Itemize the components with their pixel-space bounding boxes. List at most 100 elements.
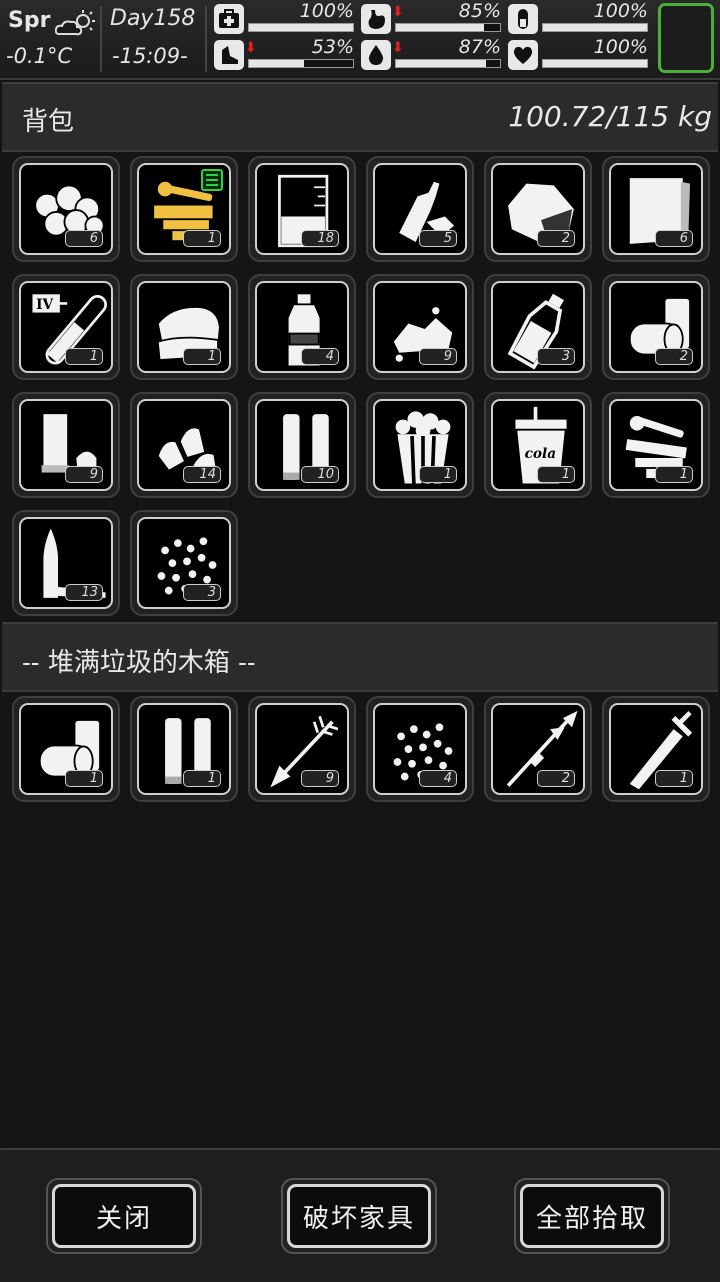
- item-count: 1: [183, 348, 221, 365]
- slot-frame: 9: [373, 281, 467, 373]
- destroy-furniture-button[interactable]: 破坏家具: [281, 1178, 437, 1254]
- backpack-item-slot[interactable]: 1: [602, 392, 710, 498]
- backpack-item-slot[interactable]: 9: [366, 274, 474, 380]
- stat-hunger: ⬇ 85%: [361, 0, 501, 36]
- backpack-item-slot[interactable]: 6: [602, 156, 710, 262]
- container-item-slot[interactable]: 1: [602, 696, 710, 802]
- backpack-weight: 100.72/115 kg: [508, 100, 712, 133]
- slot-frame: 1: [137, 281, 231, 373]
- partly-sunny-icon: [55, 10, 95, 36]
- temperature-label: -0.1°C: [6, 44, 73, 68]
- close-button[interactable]: 关闭: [46, 1178, 202, 1254]
- item-count: 6: [65, 230, 103, 247]
- stat-value: 53%: [311, 36, 354, 58]
- container-grid: 1 1 9 4 2 1: [2, 692, 718, 1146]
- item-count: 1: [183, 770, 221, 787]
- item-count: 14: [183, 466, 221, 483]
- item-count: 9: [419, 348, 457, 365]
- container-item-slot[interactable]: 1: [130, 696, 238, 802]
- item-count: 1: [183, 230, 221, 247]
- backpack-item-slot[interactable]: 2: [602, 274, 710, 380]
- slot-frame: cola 1: [491, 399, 585, 491]
- new-item-badge-icon: [201, 169, 223, 191]
- backpack-item-slot[interactable]: 1: [130, 156, 238, 262]
- stat-bar: [248, 59, 354, 68]
- stat-bar-fill: [249, 60, 305, 67]
- backpack-item-slot[interactable]: 13: [12, 510, 120, 616]
- slot-frame: 6: [19, 163, 113, 255]
- stat-bar: [248, 23, 354, 32]
- item-count: 1: [65, 770, 103, 787]
- action-bar: 关闭 破坏家具 全部拾取: [0, 1148, 720, 1282]
- container-item-slot[interactable]: 4: [366, 696, 474, 802]
- slot-frame: 2: [491, 163, 585, 255]
- decrease-arrow-icon: ⬇: [392, 4, 404, 20]
- day-counter: Day158: [110, 6, 196, 31]
- container-item-slot[interactable]: 1: [12, 696, 120, 802]
- item-count: 6: [655, 230, 693, 247]
- take-all-button[interactable]: 全部拾取: [514, 1178, 670, 1254]
- item-count: 2: [537, 230, 575, 247]
- stat-bar: [395, 59, 501, 68]
- status-bar: Spr -0.1°C Day158 -15:09- 100% ⬇ 85% 100% ⬇ 5…: [0, 0, 720, 80]
- stomach-icon: [361, 4, 391, 34]
- backpack-item-slot[interactable]: 9: [12, 392, 120, 498]
- stat-bar: [542, 23, 648, 32]
- divider: [205, 6, 207, 72]
- item-count: 3: [537, 348, 575, 365]
- slot-frame: 1: [137, 163, 231, 255]
- item-count: 4: [419, 770, 457, 787]
- stat-bar-fill: [396, 60, 487, 67]
- item-count: 5: [419, 230, 457, 247]
- stat-value: 100%: [299, 0, 354, 22]
- container-header: -- 堆满垃圾的木箱 --: [2, 622, 718, 692]
- item-count: 9: [65, 466, 103, 483]
- backpack-item-slot[interactable]: 6: [12, 156, 120, 262]
- item-count: 1: [419, 466, 457, 483]
- backpack-item-slot[interactable]: 14: [130, 392, 238, 498]
- item-count: 1: [65, 348, 103, 365]
- foot-icon: [214, 40, 244, 70]
- slot-frame: 4: [373, 703, 467, 795]
- item-count: 10: [301, 466, 339, 483]
- backpack-item-slot[interactable]: 2: [484, 156, 592, 262]
- equipment-slot[interactable]: [658, 3, 714, 73]
- pill-icon: [508, 4, 538, 34]
- item-count: 1: [655, 466, 693, 483]
- slot-frame: 5: [373, 163, 467, 255]
- item-count: 9: [301, 770, 339, 787]
- backpack-item-slot[interactable]: cola 1: [484, 392, 592, 498]
- slot-frame: 1: [609, 703, 703, 795]
- slot-frame: 9: [19, 399, 113, 491]
- backpack-item-slot[interactable]: 3: [484, 274, 592, 380]
- container-item-slot[interactable]: 2: [484, 696, 592, 802]
- backpack-item-slot[interactable]: IV 1: [12, 274, 120, 380]
- stat-health: 100%: [214, 0, 354, 36]
- item-count: 1: [537, 466, 575, 483]
- backpack-item-slot[interactable]: 5: [366, 156, 474, 262]
- stat-thirst: ⬇ 87%: [361, 36, 501, 72]
- decrease-arrow-icon: ⬇: [245, 40, 257, 56]
- stat-value: 87%: [458, 36, 501, 58]
- clock-label: -15:09-: [112, 44, 188, 68]
- backpack-item-slot[interactable]: 1: [366, 392, 474, 498]
- backpack-item-slot[interactable]: 18: [248, 156, 356, 262]
- backpack-header: 背包 100.72/115 kg: [2, 82, 718, 152]
- container-item-slot[interactable]: 9: [248, 696, 356, 802]
- slot-frame: 3: [491, 281, 585, 373]
- backpack-item-slot[interactable]: 10: [248, 392, 356, 498]
- slot-frame: 4: [255, 281, 349, 373]
- stat-bar: [542, 59, 648, 68]
- slot-frame: 1: [373, 399, 467, 491]
- stat-mood: 100%: [508, 0, 648, 36]
- backpack-item-slot[interactable]: 4: [248, 274, 356, 380]
- close-button-label: 关闭: [52, 1184, 196, 1248]
- backpack-item-slot[interactable]: 3: [130, 510, 238, 616]
- backpack-title: 背包: [22, 107, 75, 137]
- slot-frame: 1: [137, 703, 231, 795]
- item-count: 2: [655, 348, 693, 365]
- heart-icon: [508, 40, 538, 70]
- water-drop-icon: [361, 40, 391, 70]
- backpack-item-slot[interactable]: 1: [130, 274, 238, 380]
- item-count: 13: [65, 584, 103, 601]
